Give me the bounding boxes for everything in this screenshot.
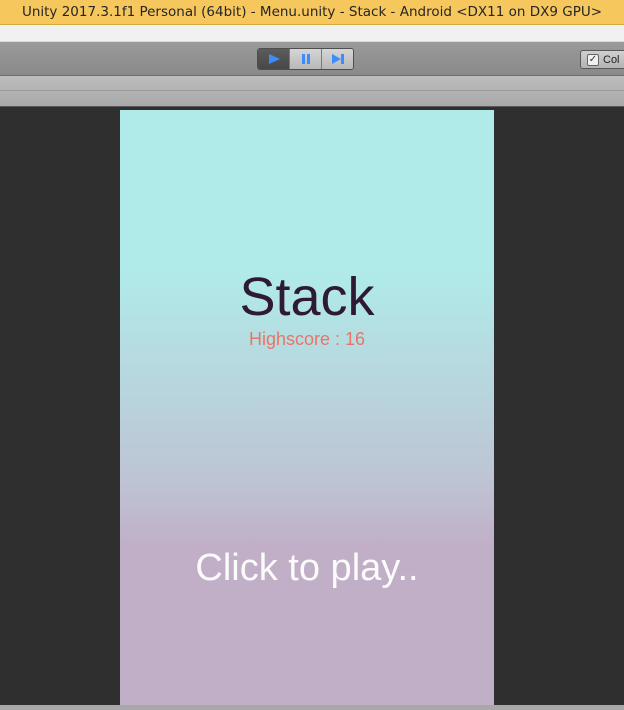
menu-bar: [0, 25, 624, 42]
window-title: Unity 2017.3.1f1 Personal (64bit) - Menu…: [0, 0, 624, 25]
status-bar: [0, 705, 624, 710]
collab-label: Col: [603, 53, 620, 66]
collab-button[interactable]: ✓ Col: [580, 50, 624, 69]
step-icon: [331, 54, 344, 64]
click-to-play-prompt[interactable]: Click to play..: [120, 546, 494, 590]
check-icon: ✓: [587, 53, 599, 66]
highscore-label: Highscore : 16: [248, 329, 366, 349]
pause-icon: [301, 54, 310, 64]
play-icon: [268, 54, 280, 64]
game-title: Stack: [239, 267, 375, 327]
step-button[interactable]: [322, 49, 353, 69]
game-view-toolbar: [0, 76, 624, 107]
pause-button[interactable]: [290, 49, 322, 69]
game-view[interactable]: Stack Highscore : 16 Click to play..: [120, 110, 494, 705]
main-toolbar: ✓ Col: [0, 42, 624, 76]
play-button[interactable]: [258, 49, 290, 69]
playmode-controls: [257, 48, 354, 70]
toolbar-divider: [0, 90, 624, 91]
